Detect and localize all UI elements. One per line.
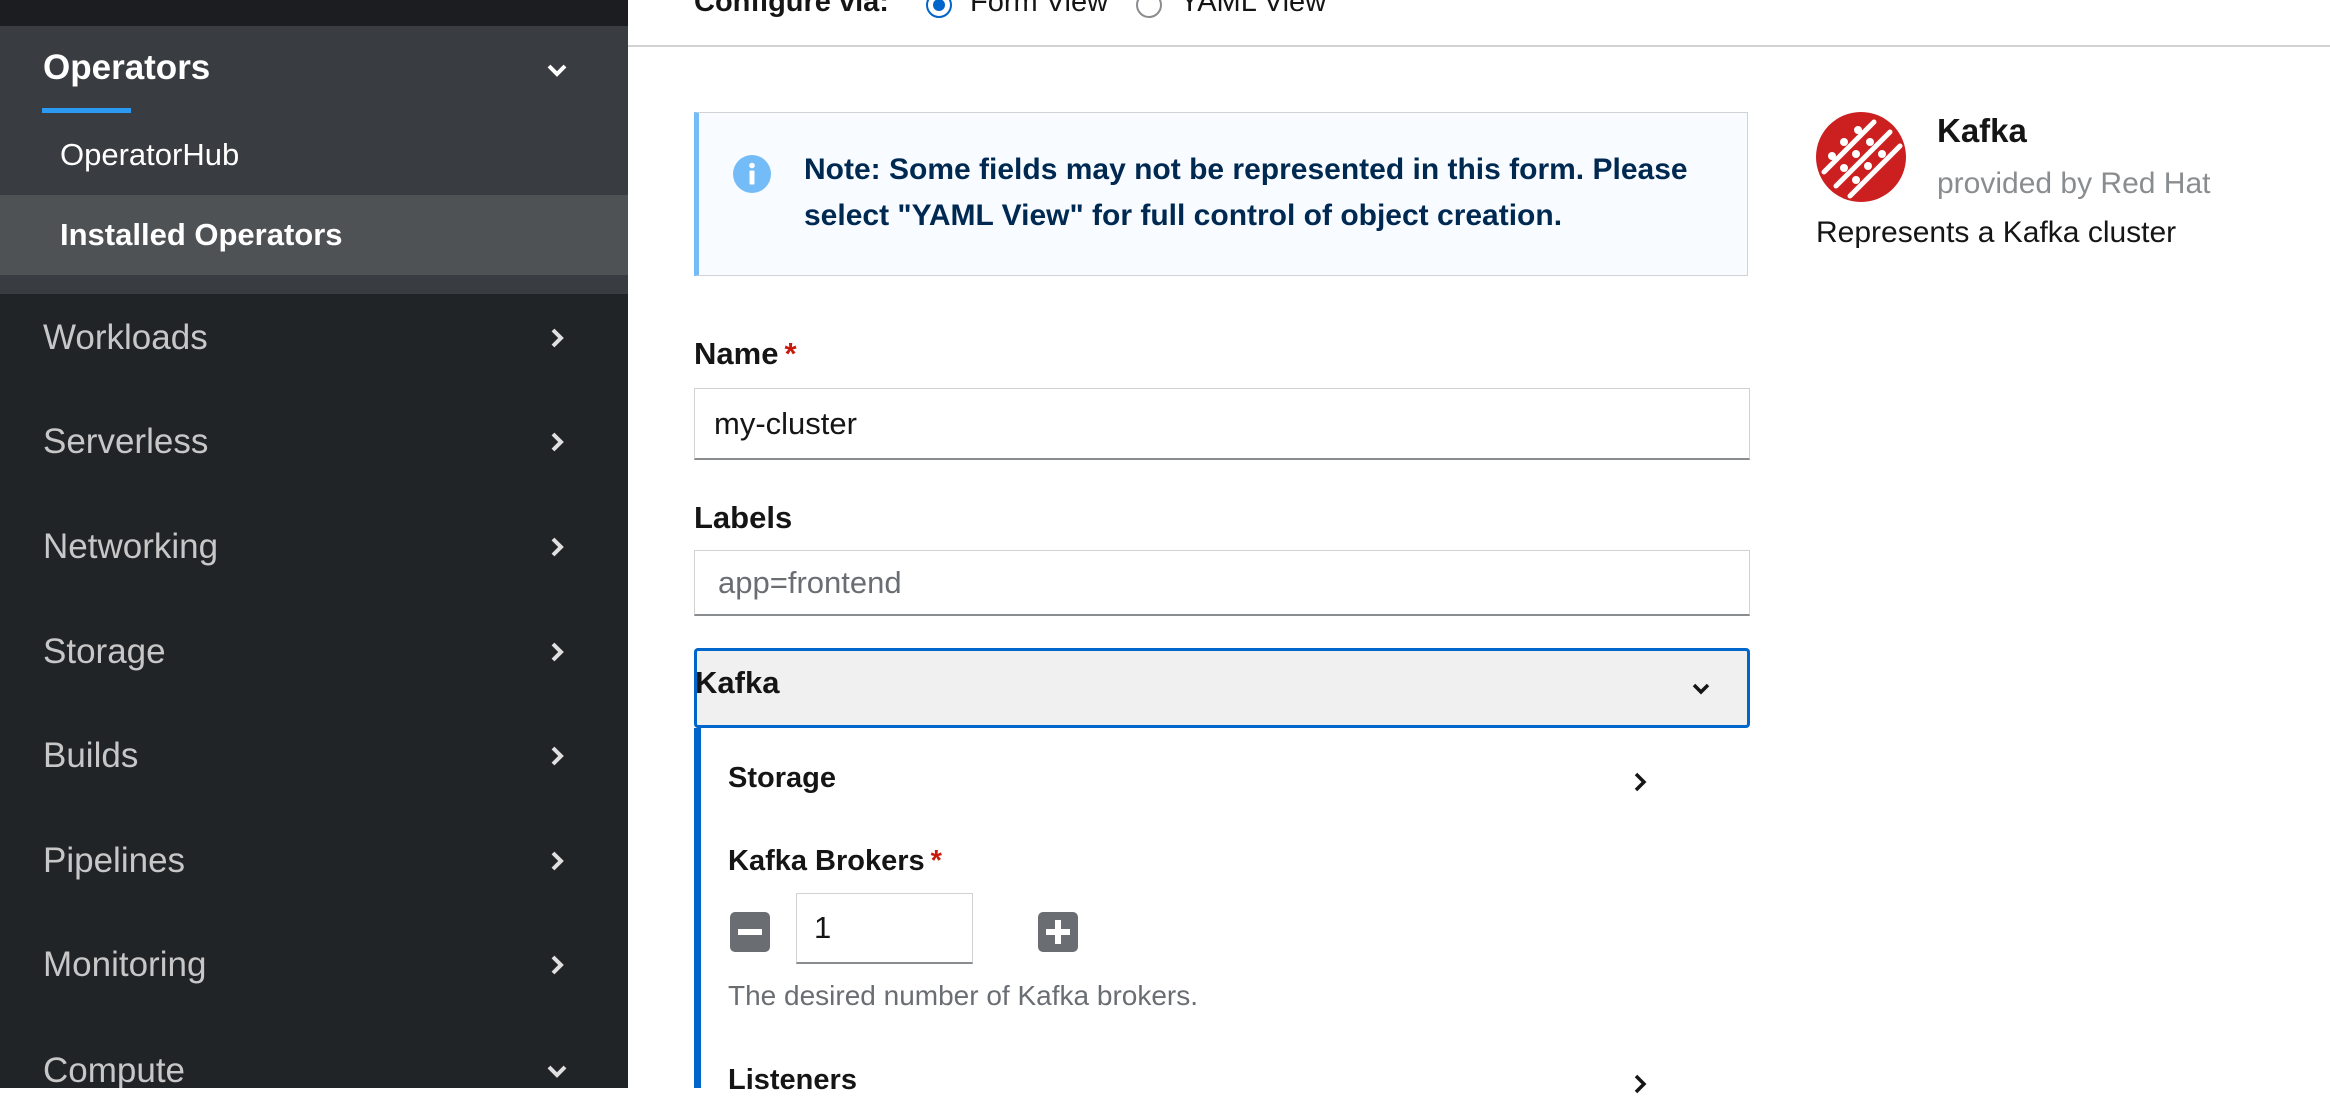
accordion-body-indicator [694, 728, 701, 1088]
operator-title: Kafka [1937, 112, 2027, 149]
sidebar-item-label: Installed Operators [60, 217, 343, 252]
brokers-helper-text: The desired number of Kafka brokers. [728, 980, 1199, 1011]
sidebar-group-label: Storage [43, 632, 166, 671]
operator-description: Represents a Kafka cluster [1816, 216, 2177, 249]
form-view-label[interactable]: Form View [970, 0, 1108, 19]
form-view-radio[interactable] [926, 0, 952, 18]
chevron-right-icon [551, 537, 564, 557]
listeners-expandable[interactable]: Listeners [728, 1064, 857, 1097]
brokers-label-text: Kafka Brokers [728, 845, 925, 877]
sidebar-group-pipelines[interactable]: Pipelines [0, 816, 628, 906]
sidebar-group-builds[interactable]: Builds [0, 711, 628, 801]
chevron-right-icon [551, 851, 564, 871]
sidebar-group-label: Compute [43, 1051, 186, 1088]
sidebar-group-serverless[interactable]: Serverless [0, 397, 628, 487]
sidebar-group-label: Networking [43, 527, 219, 566]
chevron-right-icon [551, 746, 564, 766]
chevron-right-icon [551, 432, 564, 452]
required-indicator: * [930, 845, 942, 877]
sidebar-group-networking[interactable]: Networking [0, 502, 628, 592]
active-indicator [42, 108, 131, 113]
sidebar-group-label: Workloads [43, 318, 208, 357]
configure-via-label: Configure via: [694, 0, 889, 18]
required-indicator: * [784, 336, 797, 371]
sidebar-group-storage[interactable]: Storage [0, 607, 628, 697]
name-input[interactable]: my-cluster [694, 388, 1750, 460]
chevron-right-icon [551, 328, 564, 348]
sidebar-nav: Operators OperatorHub Installed Operator… [0, 0, 628, 1088]
yaml-view-label[interactable]: YAML View [1180, 0, 1326, 19]
sidebar-group-operators[interactable]: Operators [0, 26, 628, 116]
operator-provider: provided by Red Hat [1937, 167, 2211, 200]
sidebar-item-installed-operators[interactable]: Installed Operators [0, 195, 628, 275]
sidebar-group-workloads[interactable]: Workloads [0, 293, 628, 383]
sidebar-group-compute[interactable]: Compute [0, 1026, 628, 1088]
alert-message: Note: Some fields may not be represented… [804, 153, 1688, 232]
kafka-logo-icon [1816, 112, 1906, 202]
sidebar-group-label: Operators [43, 48, 211, 87]
chevron-down-icon [1692, 683, 1710, 695]
kafka-brokers-label: Kafka Brokers * [728, 845, 942, 878]
labels-input[interactable]: app=frontend [694, 550, 1750, 616]
chevron-right-icon[interactable] [1628, 770, 1652, 794]
sidebar-group-label: Serverless [43, 422, 209, 461]
sidebar-item-operatorhub[interactable]: OperatorHub [0, 115, 628, 195]
name-field-label: Name * [694, 336, 797, 372]
sidebar-group-monitoring[interactable]: Monitoring [0, 920, 628, 1010]
chevron-right-icon [551, 955, 564, 975]
kafka-accordion-toggle[interactable]: Kafka [694, 648, 1750, 728]
sidebar-top-strip [0, 0, 628, 26]
info-alert: Note: Some fields may not be represented… [694, 112, 1748, 276]
decrement-button[interactable] [730, 912, 770, 952]
chevron-right-icon[interactable] [1628, 1072, 1652, 1096]
sidebar-group-label: Pipelines [43, 841, 186, 880]
chevron-down-icon [547, 64, 567, 77]
sidebar-group-label: Monitoring [43, 945, 207, 984]
chevron-right-icon [551, 642, 564, 662]
labels-field-label: Labels [694, 500, 793, 535]
name-label-text: Name [694, 336, 779, 371]
storage-expandable[interactable]: Storage [728, 762, 836, 795]
yaml-view-radio[interactable] [1136, 0, 1162, 18]
configure-via-bar: Configure via: Form View YAML View [628, 0, 2330, 47]
info-circle-icon [733, 155, 771, 193]
increment-button[interactable] [1038, 912, 1078, 952]
main-content: Configure via: Form View YAML View Note:… [628, 0, 2330, 1096]
chevron-down-icon [547, 1065, 567, 1078]
accordion-title: Kafka [695, 665, 780, 700]
brokers-number-input[interactable]: 1 [796, 893, 973, 964]
sidebar-group-label: Builds [43, 736, 139, 775]
sidebar-item-label: OperatorHub [60, 137, 240, 172]
